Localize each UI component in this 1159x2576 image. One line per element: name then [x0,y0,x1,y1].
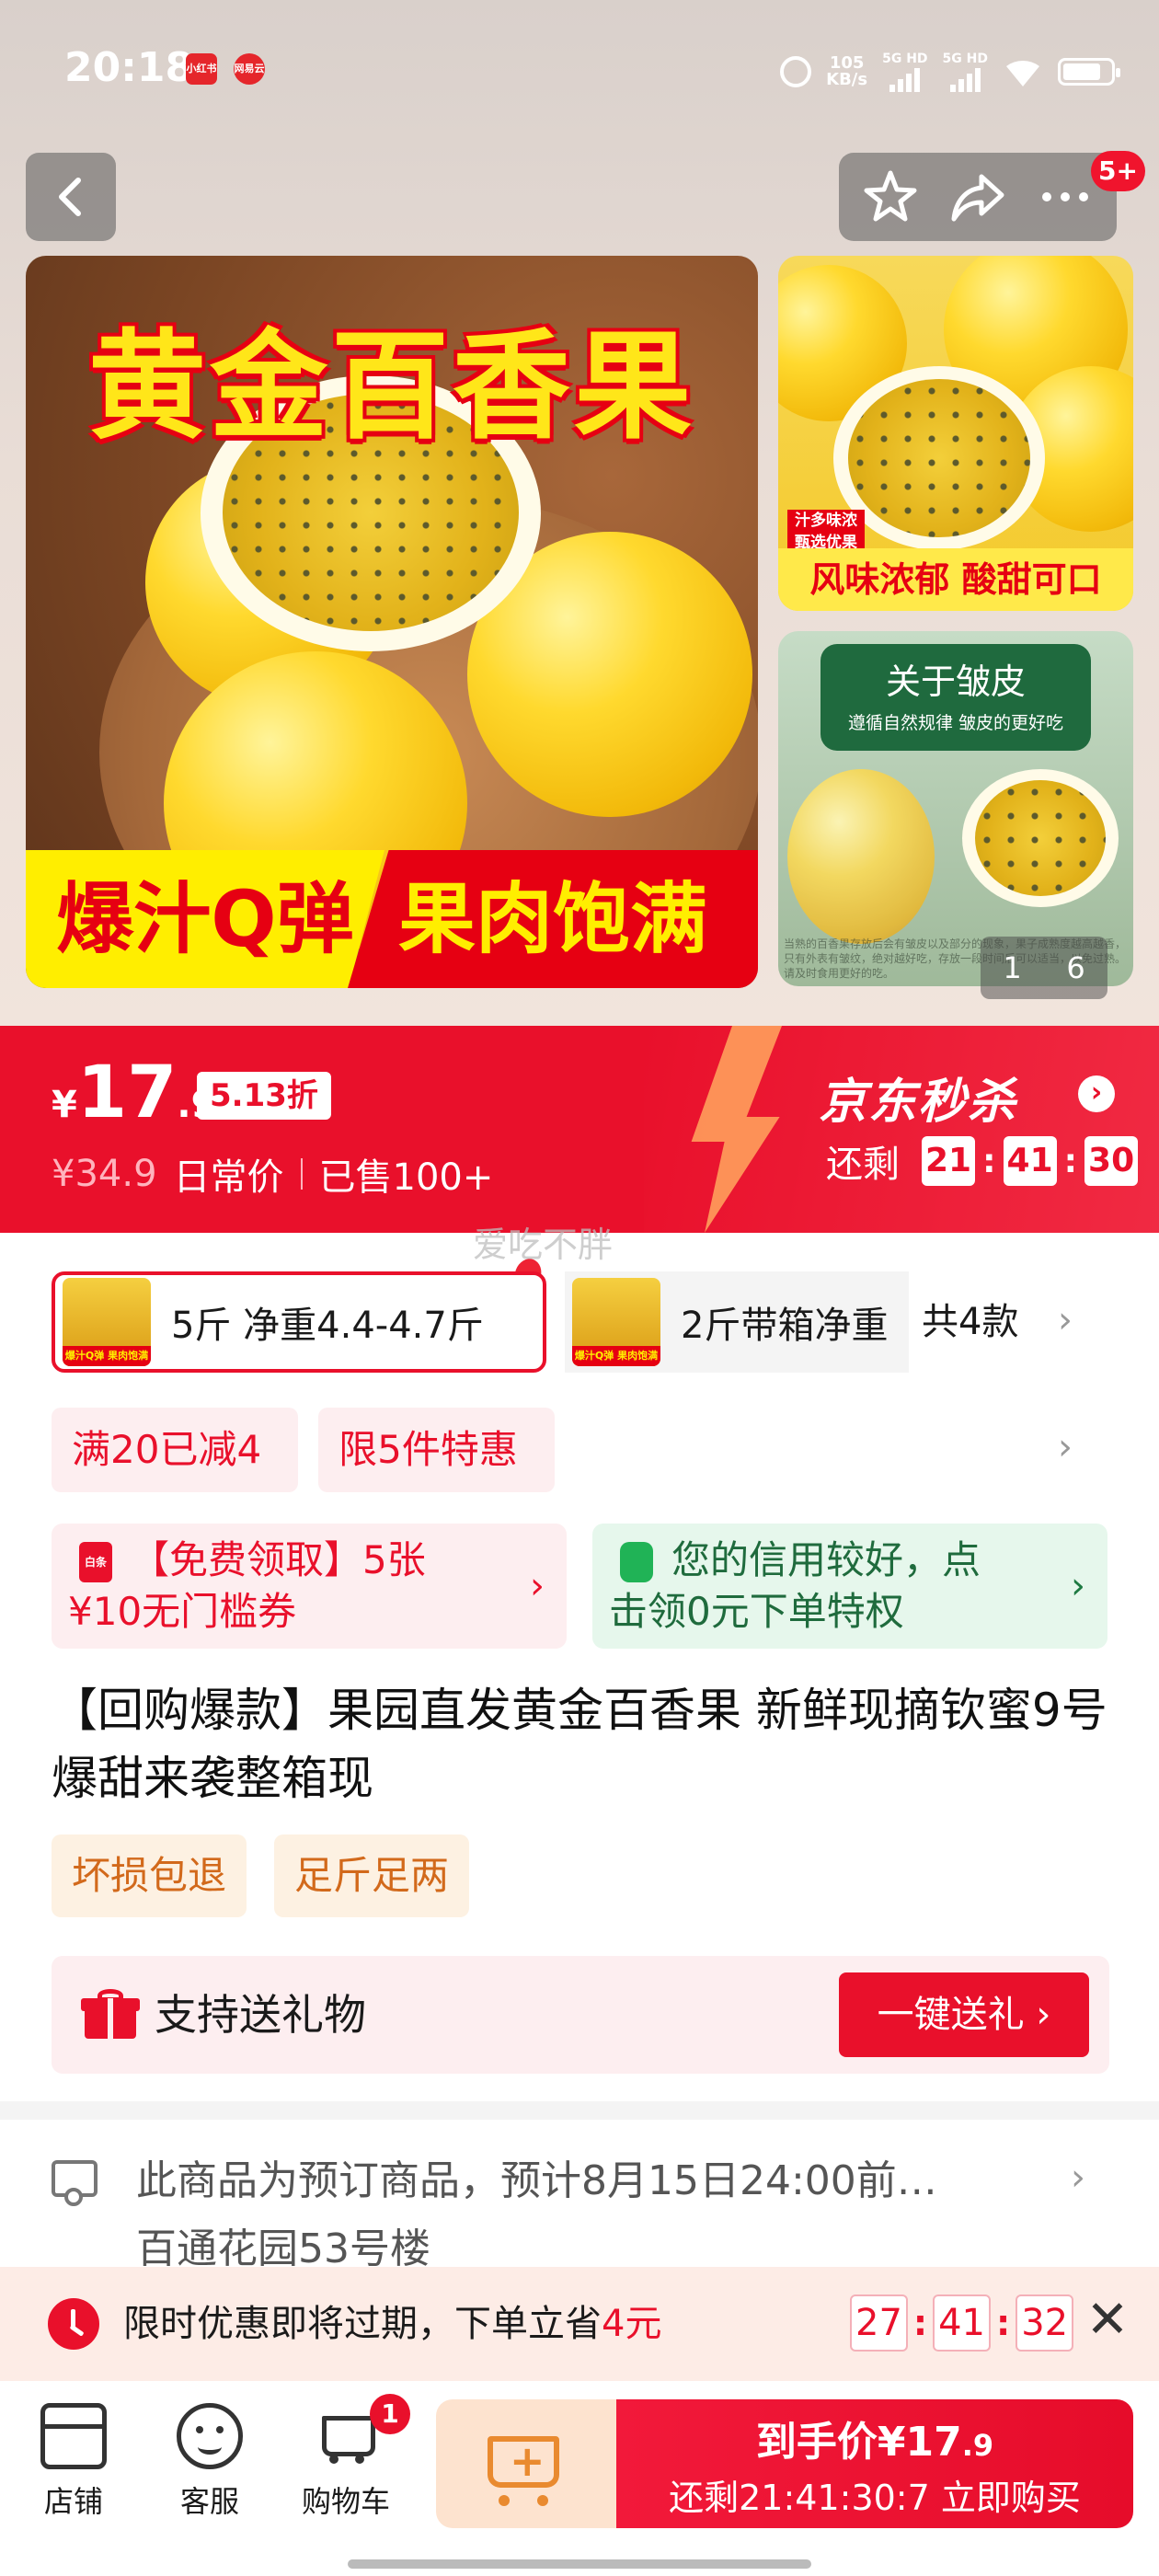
spec-label: 5斤 净重4.4-4.7斤 [171,1305,484,1347]
watermark-text: 爱吃不胖 [473,1225,614,1265]
promo-row[interactable]: 满20已减4 限5件特惠 [52,1408,555,1492]
spec-thumbnail: 爆汁Q弹 果肉饱满 [63,1278,151,1366]
spec-option-selected[interactable]: 爆汁Q弹 果肉饱满 5斤 净重4.4-4.7斤 [52,1271,546,1373]
coupon-line-2: ¥10无门槛券 [68,1589,297,1634]
privilege-line-1: 您的信用较好，点 [671,1537,981,1582]
share-icon[interactable] [948,167,1007,226]
pager-total: 6 [1066,950,1085,985]
gallery-thumb-2[interactable]: 关于皱皮 遵循自然规律 皱皮的更好吃 当熟的百香果存放后会有皱皮以及部分的现象，… [778,631,1133,986]
product-page: 20:18 小红书 网易云 105 KB/s 5G HD 5G HD 5+ 黄金… [0,0,1159,2576]
section-divider [0,2101,1159,2120]
status-time: 20:18 [64,44,194,91]
bottom-action-bar: 店铺 客服 1 购物车 到手价¥17.9 还剩21:41:30:7 立即购买 [0,2381,1159,2576]
delivery-row[interactable]: 此商品为预订商品，预计8月15日24:00前… 百通花园53号楼 › [0,2120,1159,2272]
spec-option[interactable]: 爆汁Q弹 果肉饱满 2斤带箱净重 [565,1271,909,1373]
smiley-icon [177,2403,243,2469]
gallery-pager: 1 6 [981,937,1107,999]
home-indicator[interactable] [348,2559,811,2569]
battery-icon [1058,58,1120,86]
chevron-right-icon: › [1071,1565,1085,1607]
service-tag: 坏损包退 [52,1834,247,1917]
store-icon [40,2403,107,2469]
chevron-right-icon[interactable]: › [1078,1075,1115,1112]
store-button[interactable]: 店铺 [18,2403,129,2521]
add-cart-icon [488,2436,559,2488]
original-price: ¥34.9 [52,1153,157,1195]
xiaohongshu-icon: 小红书 [186,53,217,85]
delivery-info: 此商品为预订商品，预计8月15日24:00前… [136,2157,937,2204]
status-bar: 20:18 小红书 网易云 105 KB/s 5G HD 5G HD [0,37,1159,107]
cart-icon: 1 [313,2394,410,2469]
price-bar: ¥17.9 5.13折 ¥34.9 日常价 已售100+ 京东秒杀 › 还剩 2… [0,1026,1159,1233]
gift-row: 支持送礼物 一键送礼 › [52,1956,1109,2074]
current-price: ¥17.9 [52,1052,216,1134]
close-icon[interactable]: ✕ [1080,2293,1135,2348]
promo-chip: 限5件特惠 [318,1408,555,1492]
network-speed: 105 KB/s [826,53,868,89]
chevron-right-icon: › [1071,2156,1085,2199]
spec-count[interactable]: 共4款 [922,1271,1018,1373]
status-indicators: 105 KB/s 5G HD 5G HD [780,46,1120,98]
send-gift-button[interactable]: 一键送礼 › [839,1972,1089,2057]
chevron-left-icon [59,178,81,216]
more-dots-icon[interactable] [1036,167,1095,226]
service-tag: 足斤足两 [274,1834,470,1917]
thumb-caption: 风味浓郁 酸甜可口 [778,548,1133,611]
countdown-seconds: 30 [1084,1136,1139,1186]
privilege-line-2: 击领0元下单特权 [609,1589,904,1634]
spec-thumbnail: 爆汁Q弹 果肉饱满 [572,1278,660,1366]
nav-actions [839,153,1117,241]
credit-privilege-card[interactable]: 您的信用较好，点 击领0元下单特权 › [592,1524,1107,1649]
netease-music-icon: 网易云 [234,53,265,85]
signal-icon: 5G HD [943,52,988,92]
gallery-thumb-1[interactable]: 汁多味浓 甄选优果 风味浓郁 酸甜可口 [778,256,1133,611]
sale-countdown: 还剩 21 : 41 : 30 [826,1134,1139,1188]
price-meta: ¥34.9 日常价 已售100+ [52,1147,493,1201]
spec-label: 2斤带箱净重 [681,1305,889,1347]
main-product-image[interactable]: 黄金百香果 爆汁Q弹 果肉饱满 [26,256,758,988]
service-tags: 坏损包退 足斤足两 [52,1834,470,1917]
sold-count: 已售100+ [318,1156,494,1199]
expiring-offer-banner[interactable]: 限时优惠即将过期，下单立省4元 27 : 41 : 32 ✕ [0,2267,1159,2381]
expiring-offer-text: 限时优惠即将过期，下单立省4元 [123,2303,662,2345]
signal-icon: 5G HD [882,52,928,92]
buy-countdown: 还剩21:41:30:7 立即购买 [669,2478,1081,2518]
truck-icon [52,2160,98,2206]
customer-service-button[interactable]: 客服 [155,2403,265,2521]
promo-chip: 满20已减4 [52,1408,299,1492]
discount-badge: 5.13折 [197,1072,331,1120]
gift-icon [81,1989,140,2039]
chevron-right-icon: › [530,1565,545,1607]
star-outline-icon[interactable] [861,167,920,226]
add-to-cart-button[interactable] [436,2399,616,2528]
buy-now-button[interactable]: 到手价¥17.9 还剩21:41:30:7 立即购买 [616,2399,1133,2528]
coupon-card[interactable]: 白条 【免费领取】5张 ¥10无门槛券 › [52,1524,567,1649]
image-banner: 爆汁Q弹 果肉饱满 [26,850,758,988]
spec-selector: 爆汁Q弹 果肉饱满 5斤 净重4.4-4.7斤 爆汁Q弹 果肉饱满 2斤带箱净重… [52,1271,1119,1373]
chevron-right-icon[interactable]: › [1058,1426,1073,1468]
chevron-right-icon[interactable]: › [1058,1299,1073,1341]
message-badge: 5+ [1091,151,1145,191]
cart-button[interactable]: 1 购物车 [291,2394,410,2521]
cart-count-badge: 1 [370,2394,410,2434]
countdown-hours: 21 [922,1136,976,1186]
flash-sale-brand[interactable]: 京东秒杀 [819,1063,1017,1132]
wifi-icon [1006,61,1039,86]
pager-current: 1 [1003,950,1022,985]
product-title: 【回购爆款】果园直发黄金百香果 新鲜现摘钦蜜9号爆甜来袭整箱现 [52,1684,1107,1805]
shopping-bag-icon [620,1542,653,1582]
original-price-label: 日常价 [173,1156,284,1199]
gift-label: 支持送礼物 [155,1990,366,2040]
alarm-icon [780,56,812,87]
offer-countdown: 27 : 41 : 32 [850,2294,1074,2352]
image-title: 黄金百香果 [87,318,695,455]
hero-area: 20:18 小红书 网易云 105 KB/s 5G HD 5G HD 5+ 黄金… [0,0,1159,1026]
back-button[interactable] [26,153,116,241]
countdown-minutes: 41 [1003,1136,1057,1186]
baitiao-icon: 白条 [79,1542,112,1582]
clock-icon [48,2298,99,2350]
thumb-tag: 汁多味浓 [787,510,865,532]
thumb-header: 关于皱皮 遵循自然规律 皱皮的更好吃 [820,644,1091,751]
coupon-line-1: 【免费领取】5张 [131,1537,426,1582]
